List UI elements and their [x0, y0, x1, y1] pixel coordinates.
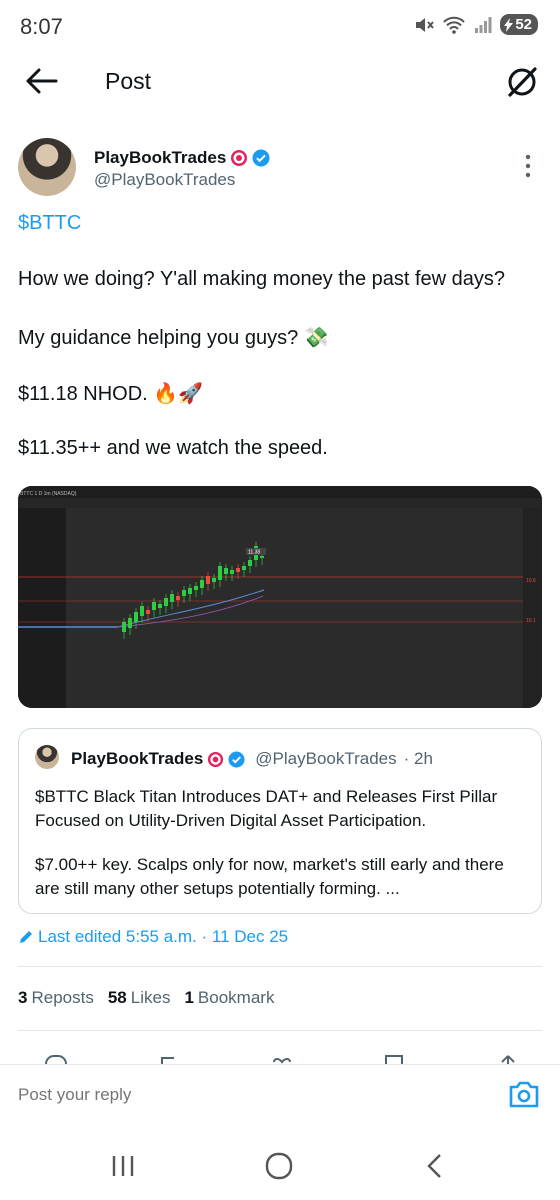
page-title: Post — [105, 68, 152, 94]
chart-candle — [248, 560, 252, 566]
chart-candle — [158, 604, 162, 608]
quoted-author-handle: @PlayBookTrades — [255, 749, 397, 768]
chart-candle — [146, 610, 150, 614]
wifi-icon — [443, 16, 466, 34]
chart-candle — [122, 622, 126, 632]
quoted-author-name: PlayBookTrades — [71, 749, 204, 768]
chart-candle — [194, 586, 198, 590]
chart-price-marker: 11.38 — [248, 550, 260, 556]
quoted-text-line: Focused on Utility-Driven Digital Asset … — [35, 811, 427, 830]
reply-bar — [0, 1064, 560, 1126]
chart-candle — [164, 598, 168, 606]
recent-apps-icon[interactable] — [108, 1152, 138, 1180]
chart-candle — [182, 590, 186, 596]
likes-label: Likes — [130, 988, 171, 1007]
reposts-count: 3 — [18, 988, 28, 1007]
chart-candle — [134, 612, 138, 622]
chart-candle — [200, 580, 204, 588]
chart-right-label: 10.1 — [526, 618, 536, 624]
chart-svg: BTTC 1 D 1m (NASDAQ) 11.38 10.6 10.1 — [18, 486, 542, 708]
top-bar: Post — [0, 56, 560, 108]
reposts-stat[interactable]: 3 Reposts — [18, 988, 94, 1008]
back-nav-icon[interactable] — [420, 1152, 450, 1180]
author-name-row[interactable]: PlayBookTrades — [94, 148, 270, 168]
chart-candle — [152, 602, 156, 610]
reply-input[interactable] — [18, 1085, 458, 1105]
bookmarks-label: Bookmark — [197, 988, 275, 1007]
chart-candle — [230, 570, 234, 574]
tweet-text-line: $11.35++ and we watch the speed. — [18, 437, 328, 459]
mute-icon — [416, 17, 435, 32]
verified-badge-icon — [252, 149, 270, 167]
tweet-text-line: $11.18 NHOD. 🔥🚀 — [18, 383, 204, 405]
chart-candle — [128, 618, 132, 628]
tweet-text-line: My guidance helping you guys? 💸 — [18, 327, 329, 349]
bookmarks-count: 1 — [184, 988, 194, 1007]
chart-candle — [170, 594, 174, 602]
quoted-text-line: are still many other setups potentially … — [35, 879, 400, 898]
quoted-header: PlayBookTrades @PlayBookTrades · 2h — [71, 749, 433, 769]
quoted-text-line: $BTTC Black Titan Introduces DAT+ and Re… — [35, 787, 498, 806]
home-icon[interactable] — [264, 1152, 294, 1180]
charging-icon — [504, 17, 514, 32]
status-bar: 8:07 52 — [0, 0, 560, 56]
quoted-timestamp: · 2h — [403, 749, 433, 768]
status-icons: 52 — [414, 14, 538, 35]
chart-candle — [206, 576, 210, 584]
chart-right-label: 10.6 — [526, 578, 536, 584]
chart-candle — [212, 578, 216, 582]
target-emoji-icon — [231, 150, 248, 166]
last-edited-link[interactable]: Last edited 5:55 a.m. · 11 Dec 25 — [18, 927, 288, 947]
status-time: 8:07 — [20, 14, 63, 39]
chart-candle — [140, 606, 144, 616]
verified-badge-icon — [228, 750, 245, 768]
reposts-label: Reposts — [31, 988, 94, 1007]
chart-candle — [236, 568, 240, 572]
last-edited-text: Last edited 5:55 a.m. · 11 Dec 25 — [38, 927, 289, 946]
system-nav-bar — [0, 1130, 560, 1200]
chart-candle — [188, 588, 192, 594]
pencil-icon — [20, 931, 32, 943]
more-options-icon[interactable] — [518, 152, 538, 180]
back-arrow-icon[interactable] — [24, 66, 58, 96]
quoted-text-line: $7.00++ key. Scalps only for now, market… — [35, 855, 504, 874]
divider — [18, 1030, 542, 1031]
likes-count: 58 — [107, 988, 127, 1007]
quoted-post[interactable]: PlayBookTrades @PlayBookTrades · 2h $BTT… — [18, 728, 542, 914]
bookmark-icon[interactable] — [382, 1054, 406, 1064]
tweet-author: PlayBookTrades @PlayBookTrades — [18, 138, 542, 200]
repost-icon[interactable] — [158, 1054, 182, 1064]
chart-candle — [218, 566, 222, 580]
share-icon[interactable] — [496, 1054, 520, 1064]
chart-candle — [176, 596, 180, 600]
cashtag-link[interactable]: $BTTC — [18, 212, 81, 235]
engagement-stats: 3 Reposts 58 Likes 1 Bookmark — [18, 988, 274, 1008]
target-emoji-icon — [208, 751, 224, 767]
battery-level: 52 — [515, 16, 532, 33]
avatar[interactable] — [18, 138, 76, 196]
camera-icon[interactable] — [508, 1079, 540, 1109]
likes-stat[interactable]: 58 Likes — [108, 988, 171, 1008]
tweet-text-line: How we doing? Y'all making money the pas… — [18, 268, 506, 290]
bookmarks-stat[interactable]: 1 Bookmark — [184, 988, 274, 1008]
chart-candle — [260, 556, 264, 558]
chart-ticker-label: BTTC 1 D 1m (NASDAQ) — [20, 491, 77, 497]
action-row — [0, 1052, 560, 1064]
battery-indicator: 52 — [500, 14, 538, 35]
reply-icon[interactable] — [44, 1054, 68, 1064]
divider — [18, 966, 542, 967]
chart-candle — [224, 568, 228, 574]
quoted-avatar — [35, 745, 59, 769]
chart-image[interactable]: BTTC 1 D 1m (NASDAQ) 11.38 10.6 10.1 — [18, 486, 542, 708]
like-icon[interactable] — [270, 1054, 294, 1064]
signal-icon — [475, 16, 492, 33]
author-handle[interactable]: @PlayBookTrades — [94, 170, 235, 190]
chart-candle — [242, 566, 246, 570]
grok-icon[interactable] — [504, 64, 540, 100]
author-name: PlayBookTrades — [94, 148, 227, 167]
